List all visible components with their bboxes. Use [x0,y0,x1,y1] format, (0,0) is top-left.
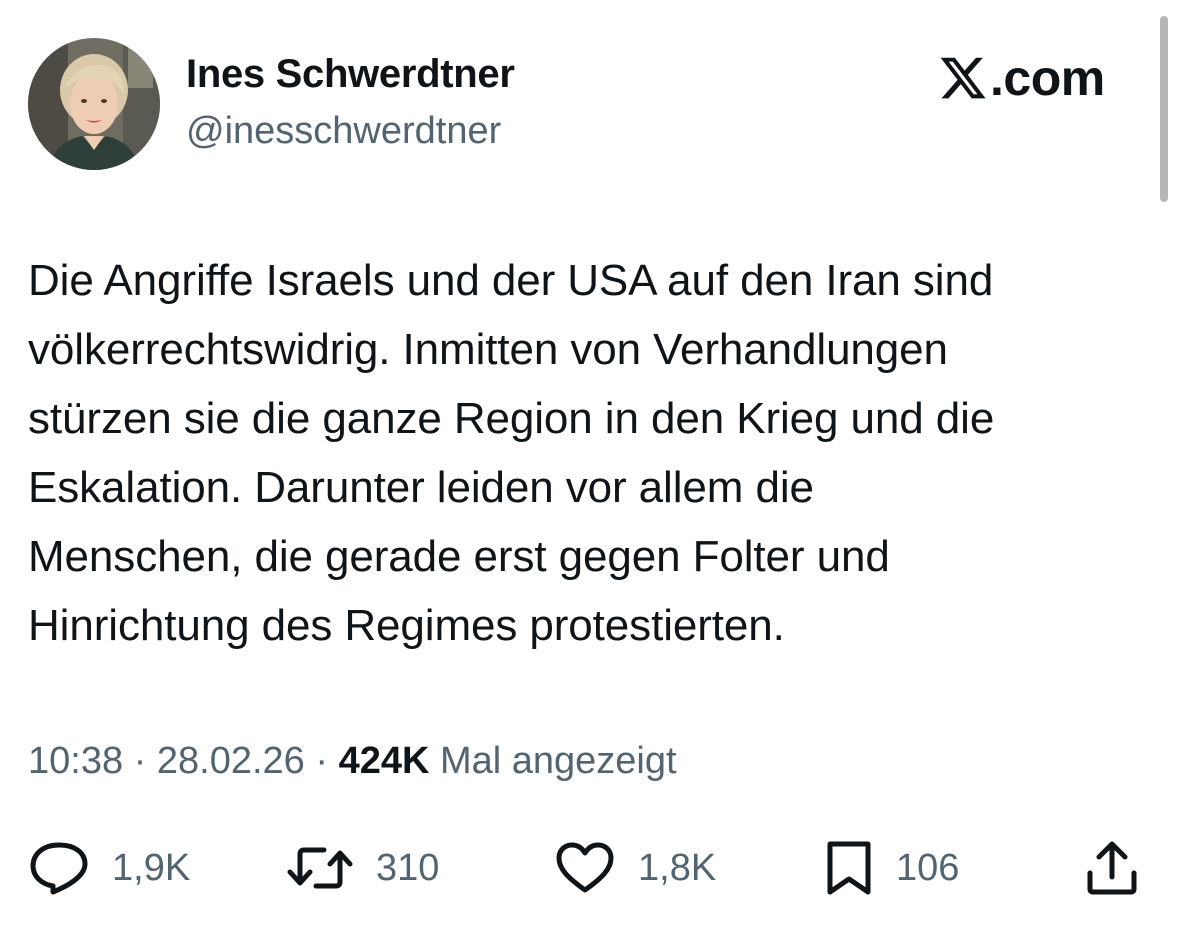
meta-separator: · [304,740,339,782]
tweet-text: Die Angriffe Israels und der USA auf den… [28,256,995,650]
reply-count: 1,9K [112,846,191,889]
tweet-date[interactable]: 28.02.26 [157,740,305,782]
retweet-button[interactable]: 310 [286,838,439,898]
brand-text: .com [990,50,1105,106]
tweet-time[interactable]: 10:38 [28,740,123,782]
scrollbar[interactable] [1160,16,1168,202]
views-count: 424K [338,740,430,782]
retweet-count: 310 [376,846,440,889]
views-label: Mal angezeigt [429,740,677,782]
share-button[interactable] [1084,838,1140,898]
bookmark-icon [827,841,871,895]
reply-button[interactable]: 1,9K [28,838,190,898]
brand-logo: .com [938,50,1105,106]
author-handle[interactable]: @inesschwerdtner [186,110,501,153]
share-icon [1087,841,1137,895]
like-button[interactable]: 1,8K [554,838,716,898]
reply-icon [30,842,88,895]
like-count: 1,8K [638,846,717,889]
avatar-image [28,38,160,170]
bookmark-button[interactable]: 106 [824,838,959,898]
tweet-meta: 10:38 · 28.02.26 · 424K Mal angezeigt [28,740,677,783]
retweet-icon [287,847,353,889]
meta-separator: · [123,740,157,782]
avatar[interactable] [28,38,160,170]
heart-icon [556,842,614,893]
bookmark-count: 106 [896,846,960,889]
x-logo-icon [940,57,986,99]
author-name[interactable]: Ines Schwerdtner [186,52,515,97]
